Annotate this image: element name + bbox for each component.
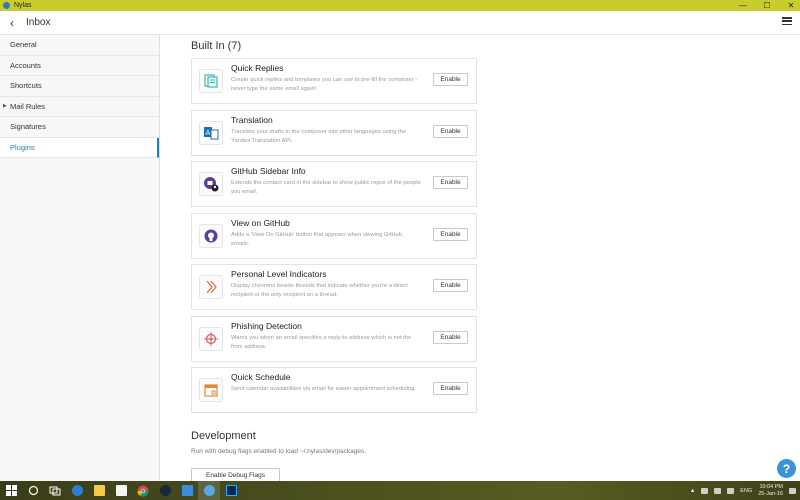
sidebar-item-label: Signatures (10, 122, 46, 132)
svg-text:A: A (206, 129, 211, 137)
window-controls: — ☐ ✕ (738, 0, 796, 11)
plugin-description: Send calendar availabilities via email f… (231, 386, 416, 392)
sidebar-item-general[interactable]: General (0, 35, 159, 56)
crosshair-icon (199, 327, 223, 351)
network-icon[interactable] (714, 487, 722, 494)
notifications-icon[interactable] (789, 487, 796, 494)
volume-icon[interactable] (727, 487, 735, 494)
plugins-panel: Built In (7) Quick Replies Create quick … (161, 35, 800, 481)
edge-browser-icon[interactable] (66, 481, 88, 500)
enable-button[interactable]: Enable (433, 331, 468, 344)
development-heading: Development (191, 430, 256, 442)
enable-button[interactable]: Enable (433, 228, 468, 241)
github-icon (199, 224, 223, 248)
github-sidebar-icon (199, 172, 223, 196)
built-in-heading: Built In (7) (191, 40, 242, 52)
sidebar-item-signatures[interactable]: Signatures (0, 117, 159, 138)
back-to-inbox-link[interactable]: Inbox (26, 17, 50, 28)
sidebar-item-label: General (10, 40, 37, 50)
nylas-taskbar-icon[interactable] (198, 481, 220, 500)
enable-button[interactable]: Enable (433, 279, 468, 292)
plugin-description: Adds a 'View On GitHub' button that appe… (231, 232, 402, 247)
clock-time: 10:04 PM (759, 483, 783, 490)
task-view-icon[interactable] (44, 481, 66, 500)
enable-button[interactable]: Enable (433, 125, 468, 138)
plugin-card: Quick Replies Create quick replies and t… (191, 58, 477, 104)
enable-debug-flags-button[interactable]: Enable Debug Flags (191, 468, 280, 481)
enable-button[interactable]: Enable (433, 382, 468, 395)
plugin-description: Display chevrons beside threads that ind… (231, 283, 408, 298)
chevron-icon (199, 275, 223, 299)
plugin-card: A Translation Translate your drafts in t… (191, 110, 477, 156)
back-arrow-icon[interactable]: ‹ (10, 16, 20, 30)
store-icon[interactable] (110, 481, 132, 500)
plugin-name: Translation (231, 115, 273, 125)
sidebar-item-label: Accounts (10, 60, 41, 70)
plugin-description: Create quick replies and templates you c… (231, 77, 418, 92)
window-title: Nylas (14, 2, 32, 9)
help-button[interactable]: ? (777, 459, 796, 478)
plugin-name: Phishing Detection (231, 321, 302, 331)
sidebar-item-label: Plugins (10, 142, 35, 152)
sidebar-item-label: Shortcuts (10, 81, 42, 91)
plugin-name: GitHub Sidebar Info (231, 166, 306, 176)
plugin-name: Personal Level Indicators (231, 269, 327, 279)
enable-button[interactable]: Enable (433, 176, 468, 189)
hamburger-menu-icon[interactable] (782, 16, 792, 26)
expand-caret-icon[interactable]: ▶ (3, 103, 7, 109)
file-explorer-icon[interactable] (88, 481, 110, 500)
windows-taskbar: ▲ ENG 10:04 PM 25-Jan-16 (0, 481, 800, 500)
plugin-card: View on GitHub Adds a 'View On GitHub' b… (191, 213, 477, 259)
maximize-button[interactable]: ☐ (762, 0, 772, 11)
sidebar-item-label: Mail Rules (10, 101, 46, 111)
preferences-sidebar: General Accounts Shortcuts ▶ Mail Rules S… (0, 35, 160, 481)
plugin-description: Extends the contact card in the sidebar … (231, 180, 421, 195)
plugin-name: View on GitHub (231, 218, 290, 228)
sidebar-item-plugins[interactable]: Plugins (0, 137, 159, 158)
clock[interactable]: 10:04 PM 25-Jan-16 (758, 484, 783, 498)
plugin-name: Quick Replies (231, 63, 284, 73)
sidebar-item-mail-rules[interactable]: ▶ Mail Rules (0, 97, 159, 117)
language-indicator[interactable]: ENG (740, 488, 752, 494)
app-icon[interactable] (176, 481, 198, 500)
battery-icon[interactable] (701, 487, 709, 494)
toolbar: ‹ Inbox (0, 11, 800, 35)
close-button[interactable]: ✕ (786, 0, 796, 11)
sidebar-item-shortcuts[interactable]: Shortcuts (0, 76, 159, 97)
start-button[interactable] (0, 481, 22, 500)
system-tray: ▲ ENG 10:04 PM 25-Jan-16 (690, 481, 796, 500)
photoshop-icon[interactable] (220, 481, 242, 500)
plugin-card: Phishing Detection Warns you when an ema… (191, 316, 477, 362)
minimize-button[interactable]: — (738, 0, 748, 11)
plugin-card: GitHub Sidebar Info Extends the contact … (191, 161, 477, 207)
tray-up-arrow-icon[interactable]: ▲ (690, 488, 695, 494)
quick-replies-icon (199, 69, 223, 93)
plugin-description: Translate your drafts in the composer in… (231, 129, 407, 144)
search-icon[interactable] (22, 481, 44, 500)
translation-icon: A (199, 121, 223, 145)
sidebar-item-accounts[interactable]: Accounts (0, 56, 159, 76)
plugin-card: Personal Level Indicators Display chevro… (191, 264, 477, 310)
chrome-icon[interactable] (132, 481, 154, 500)
steam-icon[interactable] (154, 481, 176, 500)
plugin-name: Quick Schedule (231, 372, 291, 382)
calendar-icon (199, 378, 223, 402)
clock-date: 25-Jan-16 (758, 490, 783, 497)
development-description: Run with debug flags enabled to load ~/.… (191, 448, 367, 455)
plugin-description: Warns you when an email specifies a repl… (231, 335, 412, 350)
window-title-bar: Nylas — ☐ ✕ (0, 0, 800, 11)
nylas-app-icon (3, 2, 10, 9)
windows-logo-icon (5, 485, 17, 496)
plugin-card: Quick Schedule Send calendar availabilit… (191, 367, 477, 413)
enable-button[interactable]: Enable (433, 73, 468, 86)
